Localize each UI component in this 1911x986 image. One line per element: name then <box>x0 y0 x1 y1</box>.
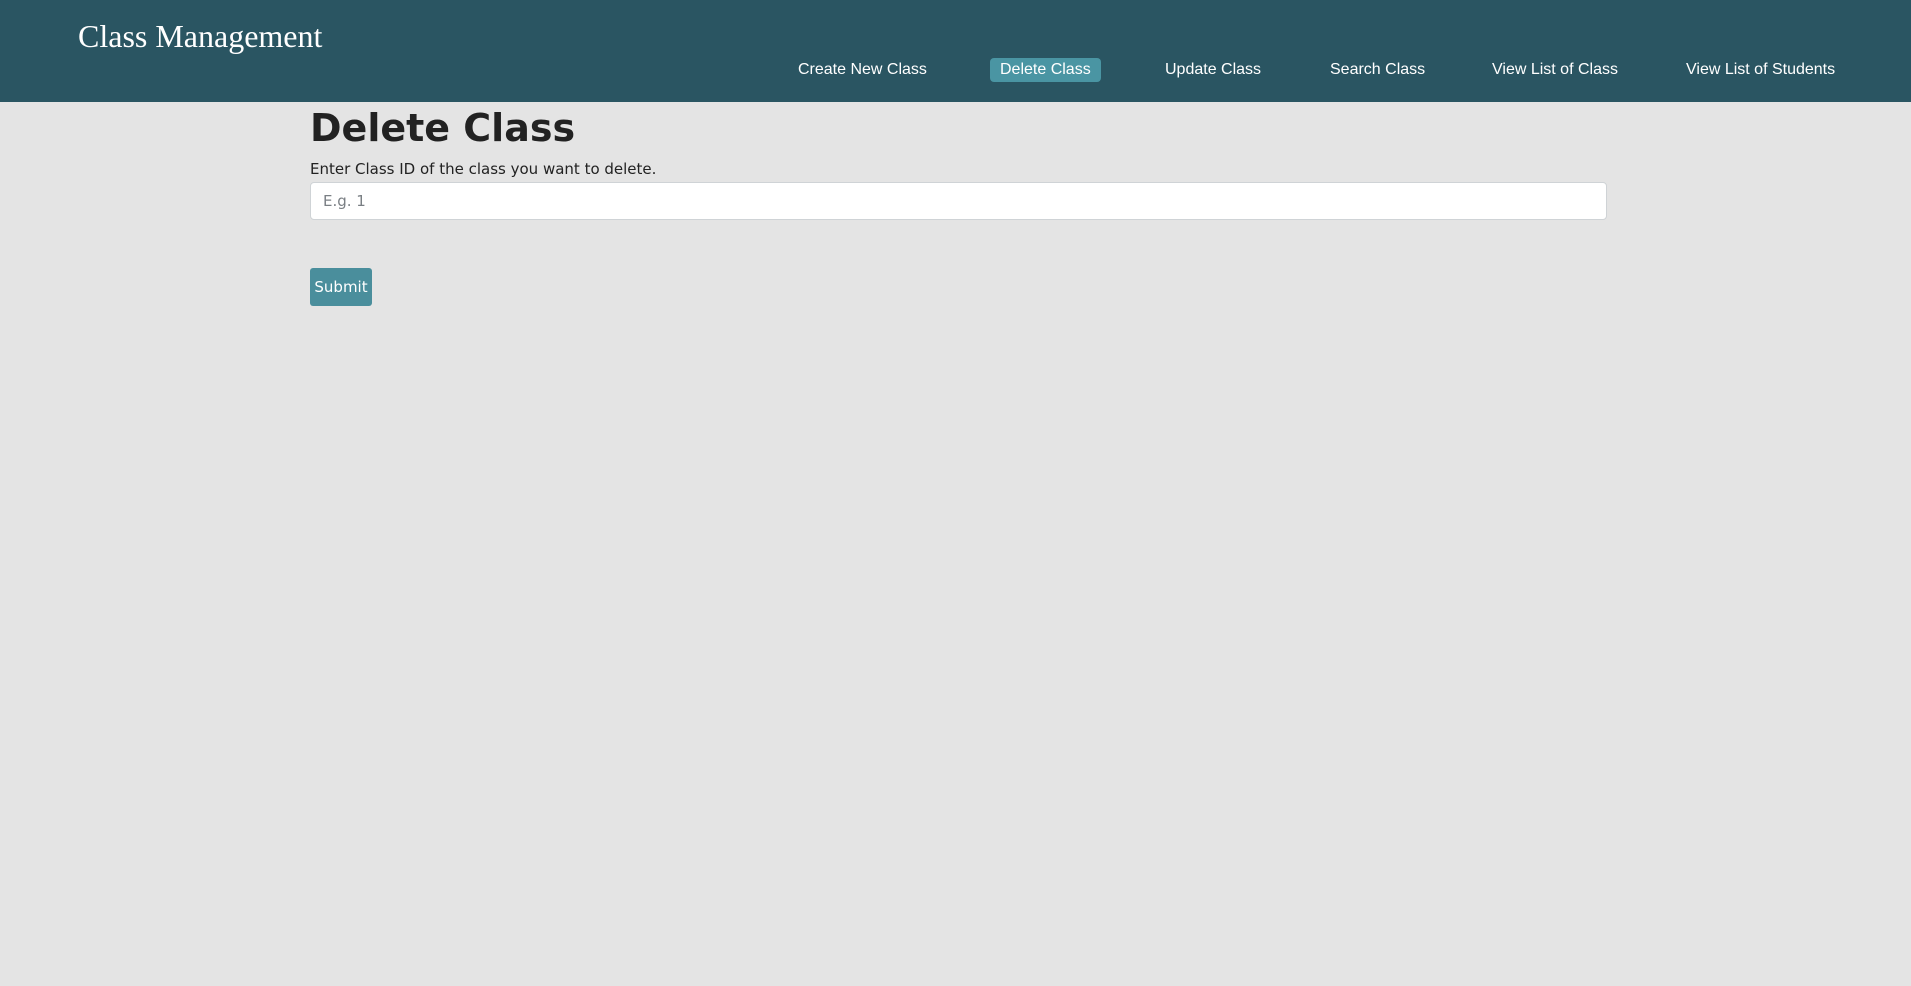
brand-title[interactable]: Class Management <box>78 18 322 55</box>
nav-delete-class[interactable]: Delete Class <box>990 58 1101 82</box>
class-id-input[interactable] <box>310 182 1607 220</box>
page-title: Delete Class <box>310 106 576 150</box>
class-id-label: Enter Class ID of the class you want to … <box>310 160 657 178</box>
nav-view-list-of-class[interactable]: View List of Class <box>1492 58 1618 82</box>
nav-update-class[interactable]: Update Class <box>1165 58 1261 82</box>
top-navbar: Class Management Create New Class Delete… <box>0 0 1911 102</box>
nav-search-class[interactable]: Search Class <box>1330 58 1425 82</box>
submit-button[interactable]: Submit <box>310 268 372 306</box>
nav-view-list-of-students[interactable]: View List of Students <box>1686 58 1835 82</box>
nav-create-new-class[interactable]: Create New Class <box>798 58 927 82</box>
